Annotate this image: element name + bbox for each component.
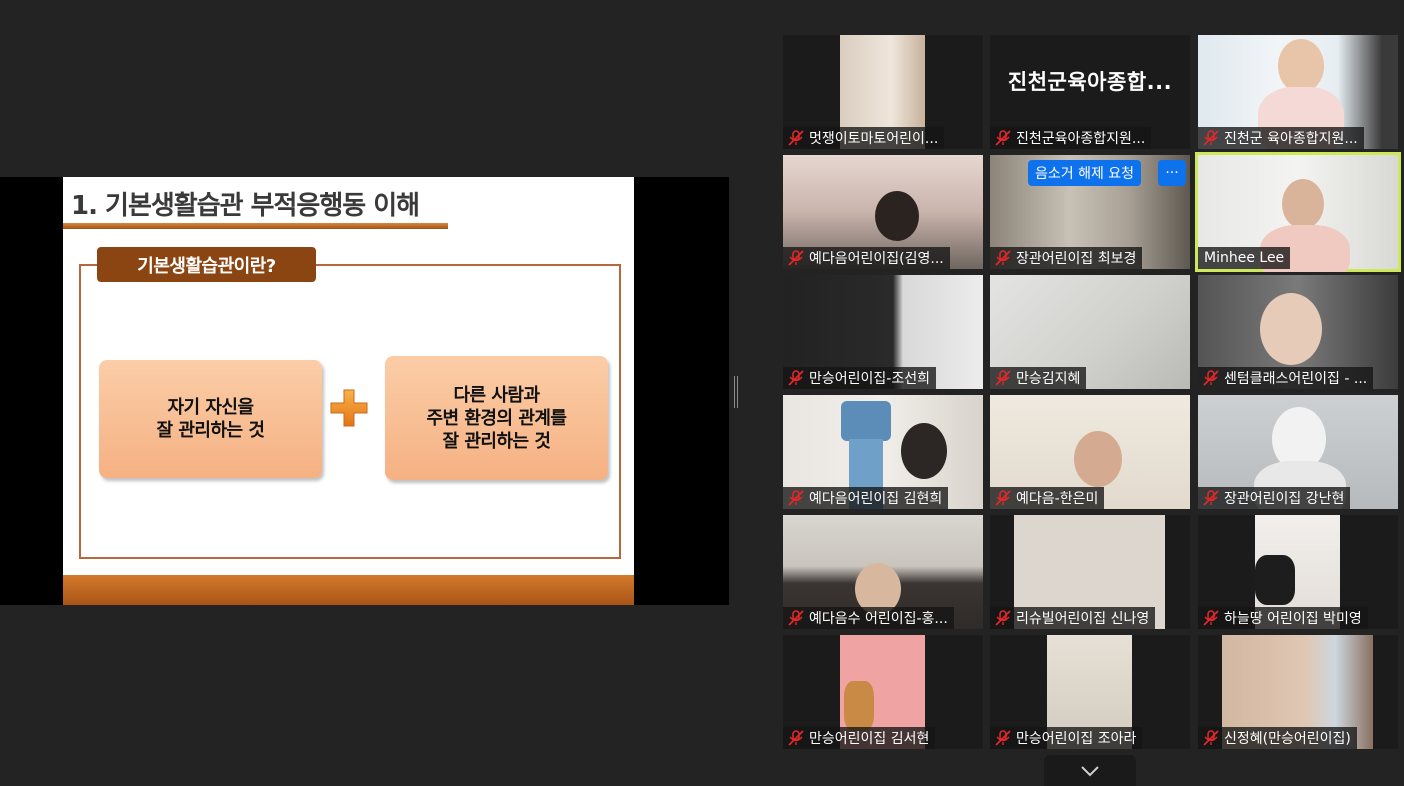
participant-tile[interactable]: 만승어린이집 조아라 <box>990 635 1190 749</box>
participant-tile[interactable]: 진천군 육아종합지원... <box>1198 35 1398 149</box>
panel-resize-handle[interactable] <box>734 376 738 408</box>
participant-tile[interactable]: 만승어린이집 김서현 <box>783 635 983 749</box>
participant-name-label: 예다음수 어린이집-홍... <box>783 607 954 629</box>
participant-face <box>1255 555 1295 605</box>
mic-muted-icon <box>995 490 1011 506</box>
participant-name-label: 만승어린이집 조아라 <box>990 727 1143 749</box>
participant-tile[interactable]: 만승어린이집-조선희 <box>783 275 983 389</box>
participant-tile[interactable]: 멋쟁이토마토어린이... <box>783 35 983 149</box>
mic-muted-icon <box>1203 370 1219 386</box>
box-line: 주변 환경의 관계를 <box>426 407 567 429</box>
participant-name-label: 장관어린이집 최보경 <box>990 247 1143 269</box>
participant-face <box>901 423 947 479</box>
participant-name-label: 진천군육아종합지원... <box>990 127 1152 149</box>
participant-tile[interactable]: 예다음어린이집 김현희 <box>783 395 983 509</box>
participant-tile[interactable]: 예다음수 어린이집-홍... <box>783 515 983 629</box>
mic-muted-icon <box>1203 610 1219 626</box>
slide-footer-bar <box>63 575 634 605</box>
participant-tile[interactable]: 예다음어린이집(김영... <box>783 155 983 269</box>
participant-tile[interactable]: 신정혜(만승어린이집) <box>1198 635 1398 749</box>
presentation-slide: 1. 기본생활습관 부적응행동 이해 기본생활습관이란? 자기 자신을 잘 관리… <box>63 177 634 605</box>
participant-name-label: Minhee Lee <box>1198 247 1291 269</box>
shared-screen: 1. 기본생활습관 부적응행동 이해 기본생활습관이란? 자기 자신을 잘 관리… <box>0 177 729 605</box>
participant-name-label: 멋쟁이토마토어린이... <box>783 127 945 149</box>
participant-name-label: 만승어린이집-조선희 <box>783 367 936 389</box>
box-line: 다른 사람과 <box>453 384 540 406</box>
mic-muted-icon <box>1203 730 1219 746</box>
box-line: 잘 관리하는 것 <box>442 430 551 452</box>
participant-face <box>875 191 919 241</box>
participant-name-label: 진천군 육아종합지원... <box>1198 127 1364 149</box>
mic-muted-icon <box>788 490 804 506</box>
ask-to-unmute-button[interactable]: 음소거 해제 요청 <box>1028 160 1142 186</box>
mic-muted-icon <box>995 130 1011 146</box>
scroll-down-button[interactable] <box>1044 755 1136 786</box>
mic-muted-icon <box>995 370 1011 386</box>
participant-face <box>1282 179 1324 229</box>
chevron-down-icon <box>1081 765 1099 776</box>
participant-face <box>1278 39 1324 93</box>
participant-name-label: 예다음어린이집 김현희 <box>783 487 949 509</box>
participant-name-label: 장관어린이집 강난현 <box>1198 487 1351 509</box>
active-speaker-tile[interactable]: Minhee Lee <box>1195 152 1401 272</box>
mic-muted-icon <box>788 250 804 266</box>
more-options-button[interactable]: ··· <box>1158 160 1186 186</box>
participant-tile[interactable]: 음소거 해제 요청 ··· 장관어린이집 최보경 <box>990 155 1190 269</box>
participant-tile[interactable]: 센텀클래스어린이집 - ... <box>1198 275 1398 389</box>
box-line: 자기 자신을 <box>167 397 254 418</box>
participant-name-label: 만승어린이집 김서현 <box>783 727 936 749</box>
participant-name-label: 리슈빌어린이집 신나영 <box>990 607 1156 629</box>
participant-tile[interactable]: 예다음-한은미 <box>990 395 1190 509</box>
participant-name-label: 센텀클래스어린이집 - ... <box>1198 367 1374 389</box>
title-underline <box>63 223 448 229</box>
participant-tile[interactable]: 하늘땅 어린이집 박미영 <box>1198 515 1398 629</box>
definition-tab: 기본생활습관이란? <box>97 247 316 282</box>
mic-muted-icon <box>1203 130 1219 146</box>
mic-muted-icon <box>995 250 1011 266</box>
self-management-box: 자기 자신을 잘 관리하는 것 <box>99 360 322 478</box>
mic-muted-icon <box>788 730 804 746</box>
participant-tile[interactable]: 진천군육아종합... 진천군육아종합지원... <box>990 35 1190 149</box>
plus-icon <box>330 389 368 427</box>
mic-muted-icon <box>788 370 804 386</box>
drink-cup <box>844 681 874 731</box>
box-line: 잘 관리하는 것 <box>156 420 265 441</box>
participant-face <box>1074 431 1122 487</box>
participant-name-label: 하늘땅 어린이집 박미영 <box>1198 607 1368 629</box>
participant-name-label: 예다음어린이집(김영... <box>783 247 950 269</box>
slide-title: 1. 기본생활습관 부적응행동 이해 <box>71 191 420 221</box>
mic-muted-icon <box>1203 490 1219 506</box>
participant-name-label: 만승김지혜 <box>990 367 1087 389</box>
participant-tile[interactable]: 리슈빌어린이집 신나영 <box>990 515 1190 629</box>
participant-tile[interactable]: 장관어린이집 강난현 <box>1198 395 1398 509</box>
mic-muted-icon <box>788 130 804 146</box>
relationship-management-box: 다른 사람과 주변 환경의 관계를 잘 관리하는 것 <box>385 356 608 480</box>
participant-name-label: 신정혜(만승어린이집) <box>1198 727 1357 749</box>
participant-display-name: 진천군육아종합... <box>1007 70 1173 94</box>
mic-muted-icon <box>788 610 804 626</box>
participant-tile[interactable]: 만승김지혜 <box>990 275 1190 389</box>
participant-face <box>1260 293 1322 365</box>
mic-muted-icon <box>995 730 1011 746</box>
participant-name-label: 예다음-한은미 <box>990 487 1105 509</box>
robot-decoration <box>841 401 891 441</box>
mic-muted-icon <box>995 610 1011 626</box>
